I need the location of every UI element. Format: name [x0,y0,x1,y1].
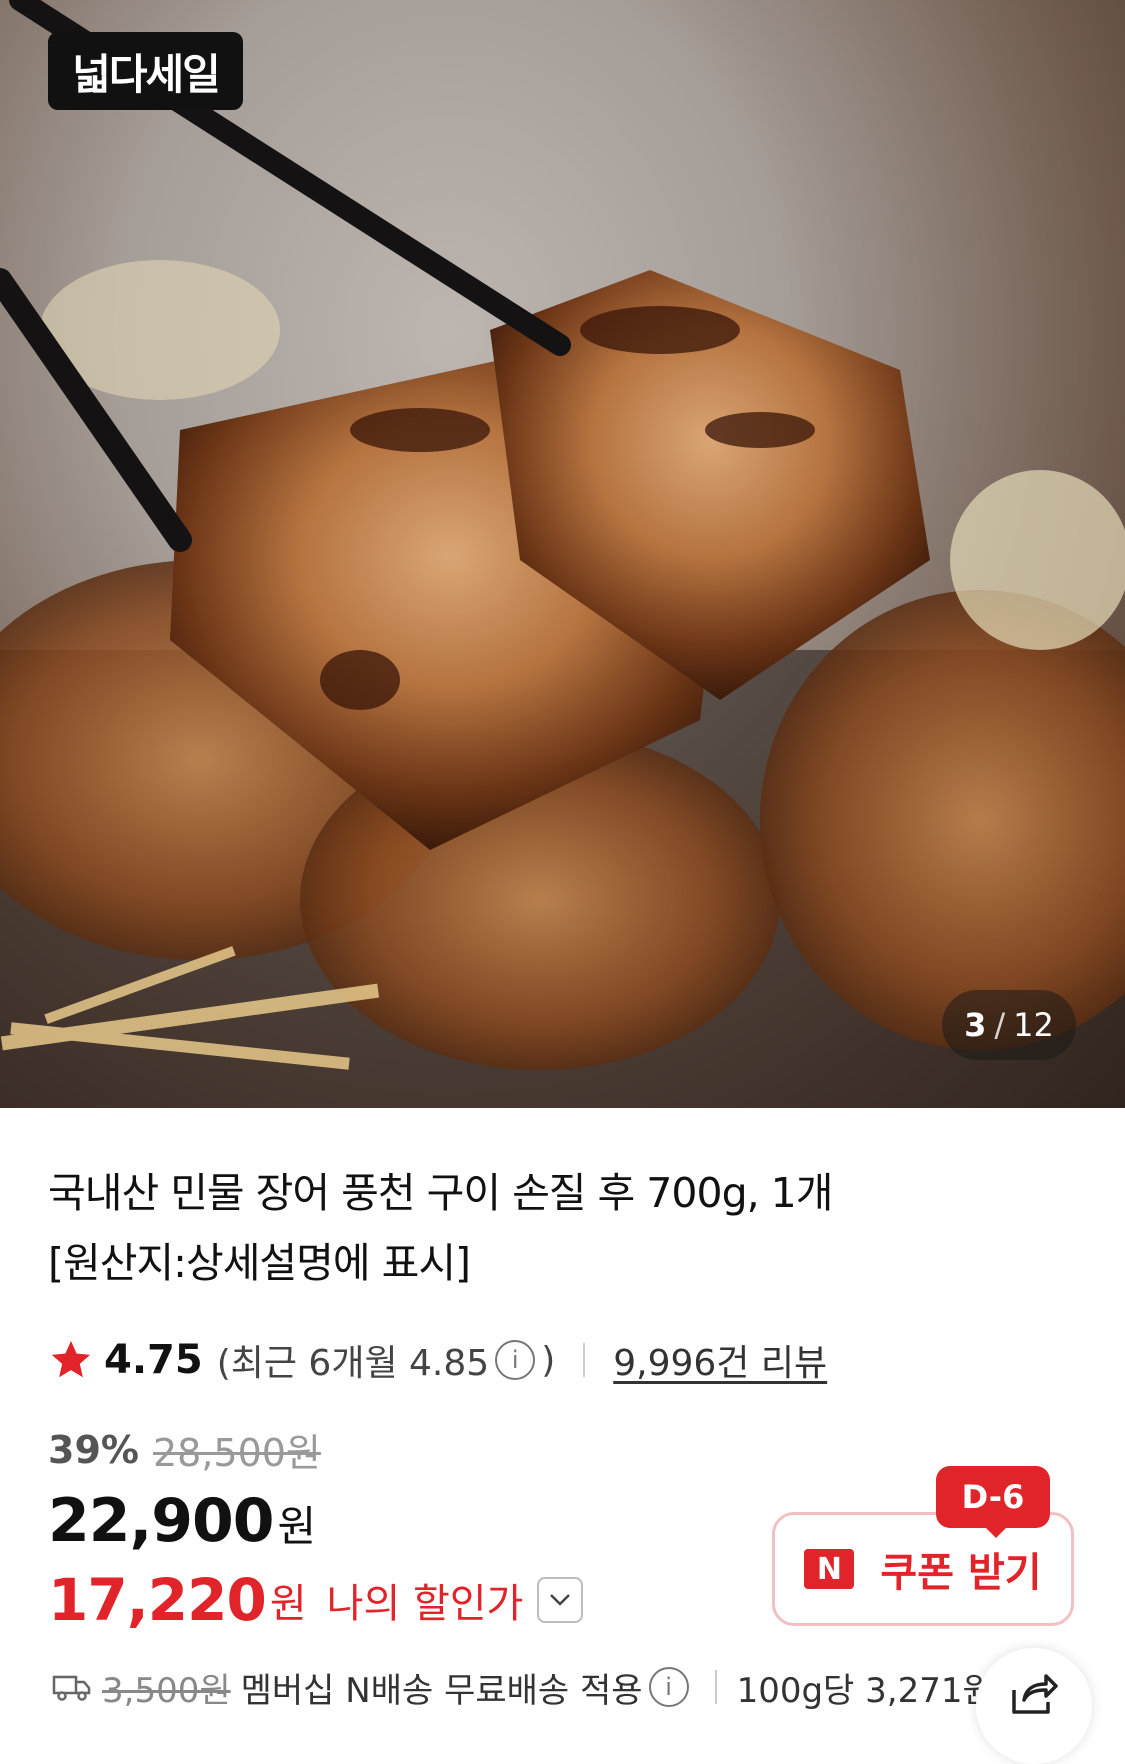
rating-recent-close: ) [541,1339,556,1381]
coupon-button[interactable]: N 쿠폰 받기 [772,1512,1074,1626]
dday-badge: D-6 [936,1466,1050,1528]
my-price: 17,220 [48,1566,267,1634]
rating-recent: (최근 6개월 4.85 [216,1343,490,1384]
chevron-down-icon[interactable] [537,1577,584,1623]
discount-rate: 39% [48,1427,139,1472]
brand-badge: 넓다세일 [48,32,243,110]
original-price-row: 39% 28,500원 [48,1422,321,1477]
original-price: 28,500원 [152,1431,321,1475]
review-count-link[interactable]: 9,996건 리뷰 [613,1334,827,1386]
shipping-info-icon[interactable]: i [648,1667,689,1707]
product-title-line1: 국내산 민물 장어 풍천 구이 손질 후 700g, 1개 [48,1169,833,1217]
sale-price: 22,900 [48,1486,275,1556]
my-price-row[interactable]: 17,220 원 나의 할인가 [48,1566,584,1634]
image-counter-total: 12 [1013,1006,1054,1044]
my-price-label: 나의 할인가 [326,1581,524,1627]
shipping-text: 멤버십 N배송 무료배송 적용 [240,1670,643,1711]
dday-badge-tail [984,1526,1008,1538]
truck-icon [52,1675,91,1701]
my-price-unit: 원 [269,1581,307,1627]
image-counter: 3 / 12 [942,990,1076,1060]
coupon-label: 쿠폰 받기 [880,1550,1042,1596]
sale-price-unit: 원 [277,1502,317,1551]
product-image[interactable]: 넓다세일 3 / 12 [0,0,1125,1108]
n-pay-icon: N [804,1549,855,1589]
product-title-line2: [원산지:상세설명에 표시] [48,1239,471,1287]
share-icon [1012,1674,1058,1714]
star-icon [51,1340,91,1378]
rating-score: 4.75 [104,1337,203,1383]
image-counter-separator: / [994,1006,1006,1044]
shipping-row: 3,500원 멤버십 N배송 무료배송 적용 i 100g당 3,271원 [52,1662,994,1712]
grilled-eel-illustration [0,0,1125,1108]
image-counter-current: 3 [964,1006,987,1044]
divider [583,1343,586,1377]
share-button[interactable] [976,1648,1092,1764]
info-icon[interactable]: i [495,1340,536,1380]
shipping-original-fee: 3,500원 [102,1670,231,1711]
rating-row: 4.75 (최근 6개월 4.85 i ) 9,996건 리뷰 [48,1330,827,1390]
unit-price: 100g당 3,271원 [736,1670,994,1711]
sale-price-row: 22,900 원 [48,1486,316,1556]
product-title: 국내산 민물 장어 풍천 구이 손질 후 700g, 1개 [원산지:상세설명에… [48,1158,1048,1298]
divider [714,1670,717,1704]
